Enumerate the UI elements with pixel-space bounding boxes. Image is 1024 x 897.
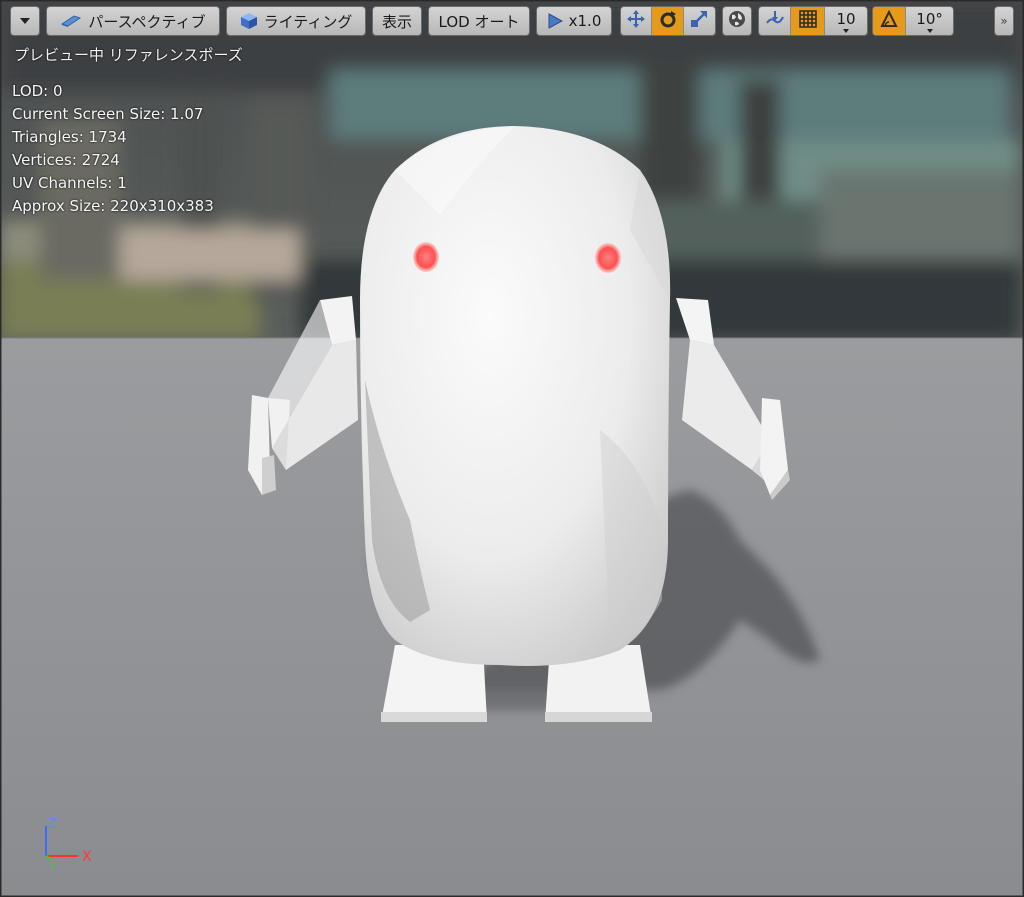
rotation-snap-toggle[interactable]: [873, 7, 907, 35]
grid-snap-toggle[interactable]: [791, 7, 825, 35]
play-icon: [547, 13, 563, 29]
stat-screen-size: Current Screen Size: 1.07: [12, 105, 204, 123]
stat-approx-size: Approx Size: 220x310x383: [12, 197, 214, 215]
grid-snap-value: 10: [836, 9, 856, 28]
grid-icon: [798, 10, 817, 32]
surface-snap-icon: [765, 9, 785, 33]
stat-vertices: Vertices: 2724: [12, 151, 120, 169]
rotate-icon: [658, 9, 678, 33]
stat-uv-channels: UV Channels: 1: [12, 174, 127, 192]
axis-y-label: Y: [49, 862, 56, 872]
stat-lod: LOD: 0: [12, 82, 63, 100]
perspective-label: パースペクティブ: [88, 12, 206, 31]
scale-mode-button[interactable]: [684, 7, 715, 35]
lighting-cube-icon: [240, 12, 258, 30]
world-local-toggle[interactable]: [722, 6, 752, 36]
chevron-down-icon: [926, 28, 933, 33]
playback-speed-button[interactable]: x1.0: [536, 6, 612, 36]
double-chevron-right-icon: »: [1000, 14, 1008, 28]
chevron-down-icon: [843, 28, 849, 33]
show-label: 表示: [381, 12, 412, 31]
mesh-stats-overlay: LOD: 0 Current Screen Size: 1.07 Triangl…: [12, 80, 214, 218]
viewport-toolbar: パースペクティブ ライティング 表示 LOD オート x1.0 10 10° »: [0, 0, 1024, 42]
perspective-icon: [60, 14, 82, 28]
axis-x-label: X: [82, 849, 92, 865]
scale-icon: [689, 9, 709, 33]
rotation-snap-value-dropdown[interactable]: 10°: [906, 7, 953, 35]
translate-mode-button[interactable]: [621, 7, 653, 35]
show-button[interactable]: 表示: [372, 6, 422, 36]
playback-speed-label: x1.0: [568, 12, 602, 30]
lod-button[interactable]: LOD オート: [428, 6, 530, 36]
character-body: [360, 126, 671, 666]
chevron-down-icon: [20, 18, 30, 24]
lod-label: LOD オート: [438, 12, 520, 31]
rotate-mode-button[interactable]: [652, 7, 684, 35]
stat-triangles: Triangles: 1734: [12, 128, 127, 146]
grid-snap-value-dropdown[interactable]: 10: [825, 7, 867, 35]
globe-icon: [727, 9, 747, 33]
perspective-button[interactable]: パースペクティブ: [46, 6, 220, 36]
viewport-options-button[interactable]: [10, 6, 40, 36]
lighting-label: ライティング: [263, 12, 353, 31]
rotation-snap-group: 10°: [872, 6, 954, 36]
rotation-snap-value: 10°: [916, 9, 943, 28]
axis-gizmo: Z X Y: [45, 817, 92, 872]
grid-snap-group: 10: [758, 6, 868, 36]
preview-status-label: プレビュー中 リファレンスポーズ: [14, 46, 243, 64]
asset-preview-viewport[interactable]: パースペクティブ ライティング 表示 LOD オート x1.0 10 10° »…: [0, 0, 1024, 897]
lighting-button[interactable]: ライティング: [226, 6, 366, 36]
surface-snap-button[interactable]: [759, 7, 791, 35]
more-options-button[interactable]: »: [994, 6, 1014, 36]
transform-mode-group: [620, 6, 716, 36]
axis-z-label: Z: [48, 817, 57, 832]
angle-snap-icon: [879, 9, 899, 33]
translate-icon: [626, 9, 646, 33]
